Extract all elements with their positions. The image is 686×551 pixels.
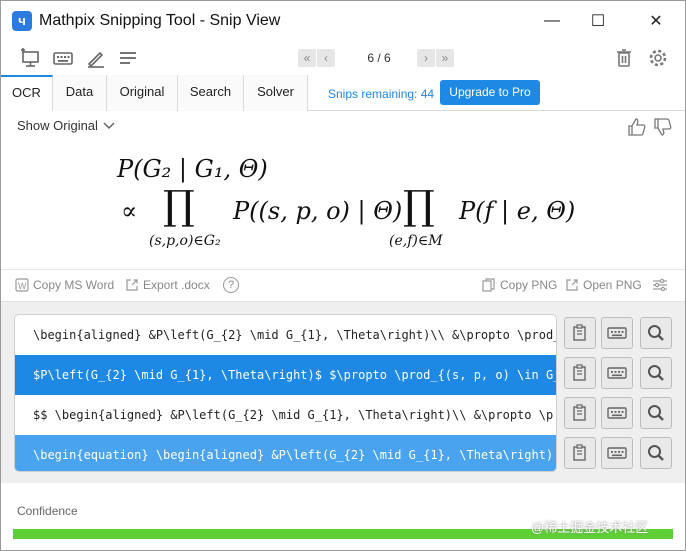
gear-icon[interactable]	[647, 47, 669, 69]
toolbar: « ‹ 6 / 6 › »	[1, 41, 685, 75]
mathpix-logo-icon: ч	[12, 11, 32, 31]
tab-solver[interactable]: Solver	[244, 75, 308, 111]
latex-option-display[interactable]: $$ \begin{aligned} &P\left(G_{2} \mid G_…	[15, 395, 556, 435]
clipboard-icon	[570, 443, 590, 463]
maximize-icon: ☐	[590, 13, 606, 30]
show-original-toggle[interactable]: Show Original	[17, 118, 116, 134]
chevron-down-icon	[102, 119, 116, 134]
title-bar: ч Mathpix Snipping Tool - Snip View — ☐ …	[1, 1, 685, 41]
minimize-icon: —	[544, 12, 560, 29]
clipboard-icon	[570, 403, 590, 423]
open-png-label: Open PNG	[583, 278, 642, 292]
tab-bar: OCR Data Original Search Solver Snips re…	[1, 75, 685, 111]
close-icon: ✕	[649, 13, 663, 30]
draw-icon[interactable]	[85, 47, 107, 69]
last-page-button[interactable]: »	[436, 49, 454, 67]
edit-row-button[interactable]	[601, 357, 633, 389]
formula-propto: ∝	[121, 197, 138, 225]
open-png-button[interactable]: Open PNG	[565, 278, 642, 292]
search-icon	[646, 323, 666, 343]
search-row-button[interactable]	[640, 437, 672, 469]
formula-middle-term: P((s, p, o) | Θ)	[233, 197, 403, 225]
latex-output-list: \begin{aligned} &P\left(G_{2} \mid G_{1}…	[14, 314, 557, 472]
minimize-button[interactable]: —	[540, 9, 564, 33]
tab-original[interactable]: Original	[107, 75, 178, 111]
page-count: 6 / 6	[367, 51, 391, 65]
keyboard-icon	[606, 323, 628, 343]
latex-option-equation[interactable]: \begin{equation} \begin{aligned} &P\left…	[15, 435, 556, 471]
snips-remaining: Snips remaining: 44	[328, 87, 435, 101]
formula-product-2: ∏	[403, 183, 435, 229]
keyboard-icon[interactable]	[52, 47, 74, 69]
clipboard-icon	[570, 323, 590, 343]
copy-ms-word-button[interactable]: W Copy MS Word	[15, 278, 114, 292]
copy-ms-word-label: Copy MS Word	[33, 278, 115, 292]
copy-icon	[482, 278, 496, 292]
confidence-label: Confidence	[17, 504, 78, 518]
word-icon: W	[15, 278, 29, 292]
prev-page-button[interactable]: ‹	[317, 49, 335, 67]
copy-row-button[interactable]	[564, 357, 596, 389]
keyboard-icon	[606, 363, 628, 383]
latex-option-inline[interactable]: $P\left(G_{2} \mid G_{1}, \Theta\right)$…	[15, 355, 556, 395]
pager-back: « ‹	[298, 48, 336, 68]
search-row-button[interactable]	[640, 357, 672, 389]
search-icon	[646, 363, 666, 383]
new-snip-icon[interactable]	[19, 47, 41, 69]
tab-data[interactable]: Data	[53, 75, 107, 111]
app-window: ч Mathpix Snipping Tool - Snip View — ☐ …	[0, 0, 686, 551]
help-icon[interactable]: ?	[223, 277, 239, 293]
copy-png-label: Copy PNG	[500, 278, 558, 292]
export-docx-label: Export .docx	[143, 278, 210, 292]
maximize-button[interactable]: ☐	[586, 9, 610, 33]
edit-row-button[interactable]	[601, 317, 633, 349]
watermark: @稀土掘金技术社区	[531, 520, 649, 535]
thumbs-up-icon[interactable]	[627, 117, 647, 137]
copy-row-button[interactable]	[564, 397, 596, 429]
formula-subscript-1: (s,p,o)∈G₂	[149, 233, 221, 249]
copy-row-button[interactable]	[564, 317, 596, 349]
export-icon	[125, 278, 139, 292]
show-original-label: Show Original	[17, 118, 98, 133]
trash-icon[interactable]	[613, 47, 635, 69]
formula-subscript-2: (e,f)∈M	[389, 233, 443, 249]
window-title: Mathpix Snipping Tool - Snip View	[39, 12, 281, 29]
formula-product-1: ∏	[163, 183, 195, 229]
next-page-button[interactable]: ›	[417, 49, 435, 67]
first-page-button[interactable]: «	[298, 49, 316, 67]
menu-lines-icon[interactable]	[117, 47, 139, 69]
copy-png-button[interactable]: Copy PNG	[482, 278, 557, 292]
upgrade-button[interactable]: Upgrade to Pro	[440, 80, 540, 105]
pager-forward: › »	[417, 48, 455, 68]
rendered-formula: P(G₂ | G₁, Θ) ∝ ∏ (s,p,o)∈G₂ P((s, p, o)…	[1, 141, 685, 267]
tab-ocr[interactable]: OCR	[1, 75, 53, 111]
open-external-icon	[565, 278, 579, 292]
svg-text:W: W	[18, 281, 27, 291]
keyboard-icon	[606, 403, 628, 423]
edit-row-button[interactable]	[601, 397, 633, 429]
copy-actions-bar: W Copy MS Word Export .docx ? Copy PNG O…	[1, 269, 685, 301]
formula-line-1: P(G₂ | G₁, Θ)	[117, 155, 268, 183]
latex-option-aligned[interactable]: \begin{aligned} &P\left(G_{2} \mid G_{1}…	[15, 315, 556, 355]
keyboard-icon	[606, 443, 628, 463]
search-row-button[interactable]	[640, 397, 672, 429]
latex-output-area: \begin{aligned} &P\left(G_{2} \mid G_{1}…	[1, 301, 685, 483]
edit-row-button[interactable]	[601, 437, 633, 469]
thumbs-down-icon[interactable]	[653, 117, 673, 137]
tab-search[interactable]: Search	[178, 75, 244, 111]
search-icon	[646, 443, 666, 463]
search-row-button[interactable]	[640, 317, 672, 349]
clipboard-icon	[570, 363, 590, 383]
copy-row-button[interactable]	[564, 437, 596, 469]
export-docx-button[interactable]: Export .docx	[125, 278, 210, 292]
search-icon	[646, 403, 666, 423]
close-button[interactable]: ✕	[644, 9, 668, 33]
formula-end-term: P(f | e, Θ)	[459, 197, 576, 225]
sliders-icon[interactable]	[652, 277, 668, 293]
